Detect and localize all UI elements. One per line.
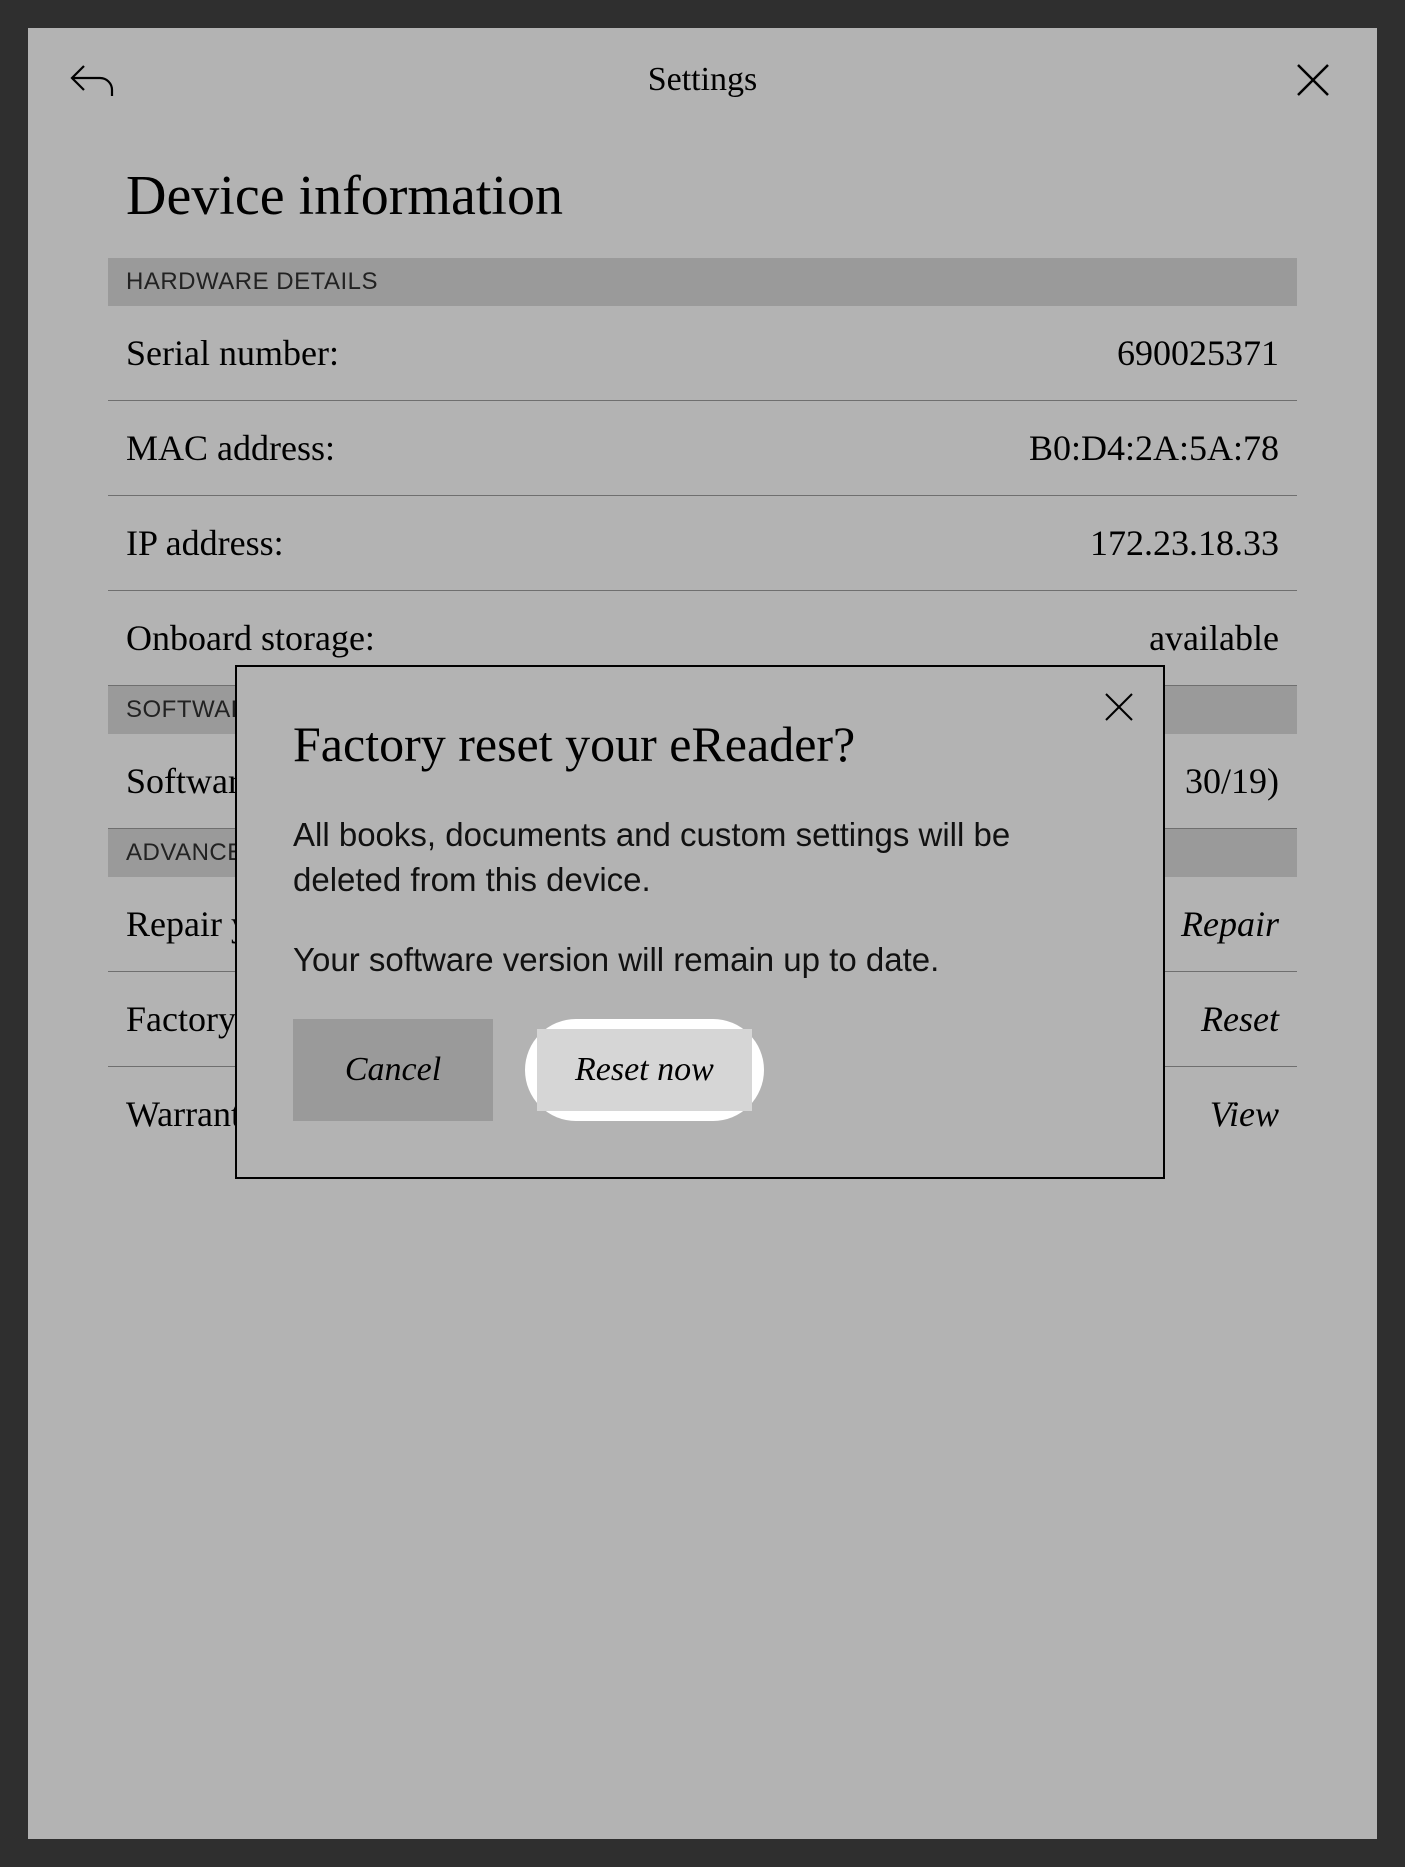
dialog-body-2: Your software version will remain up to … [293,938,1107,983]
repair-action[interactable]: Repair [1181,903,1279,945]
close-icon[interactable] [1289,56,1337,104]
section-hardware: HARDWARE DETAILS [108,258,1297,306]
onboard-value: available [1149,617,1279,659]
reset-now-button[interactable]: Reset now [537,1029,752,1111]
ip-value: 172.23.18.33 [1090,522,1279,564]
mac-value: B0:D4:2A:5A:78 [1029,427,1279,469]
header-bar: Settings [28,28,1377,124]
dialog-button-row: Cancel Reset now [293,1019,1107,1121]
ip-label: IP address: [126,522,284,564]
screen: Settings Device information HARDWARE DET… [28,28,1377,1839]
page-title: Device information [108,164,1297,228]
reset-button-highlight: Reset now [525,1019,764,1121]
header-title: Settings [116,61,1289,99]
dialog-title: Factory reset your eReader? [293,715,1107,773]
dialog-body-1: All books, documents and custom settings… [293,813,1107,902]
mac-label: MAC address: [126,427,335,469]
serial-value: 690025371 [1117,332,1279,374]
serial-label: Serial number: [126,332,339,374]
factory-reset-dialog: Factory reset your eReader? All books, d… [235,665,1165,1179]
back-icon[interactable] [68,56,116,104]
factory-action[interactable]: Reset [1201,998,1279,1040]
row-ip: IP address: 172.23.18.33 [108,496,1297,591]
onboard-label: Onboard storage: [126,617,375,659]
device-frame: Settings Device information HARDWARE DET… [0,0,1405,1867]
row-serial: Serial number: 690025371 [108,306,1297,401]
warranty-action[interactable]: View [1210,1093,1279,1135]
software-value: 30/19) [1185,760,1279,802]
dialog-close-icon[interactable] [1099,687,1139,727]
row-mac: MAC address: B0:D4:2A:5A:78 [108,401,1297,496]
cancel-button[interactable]: Cancel [293,1019,493,1121]
